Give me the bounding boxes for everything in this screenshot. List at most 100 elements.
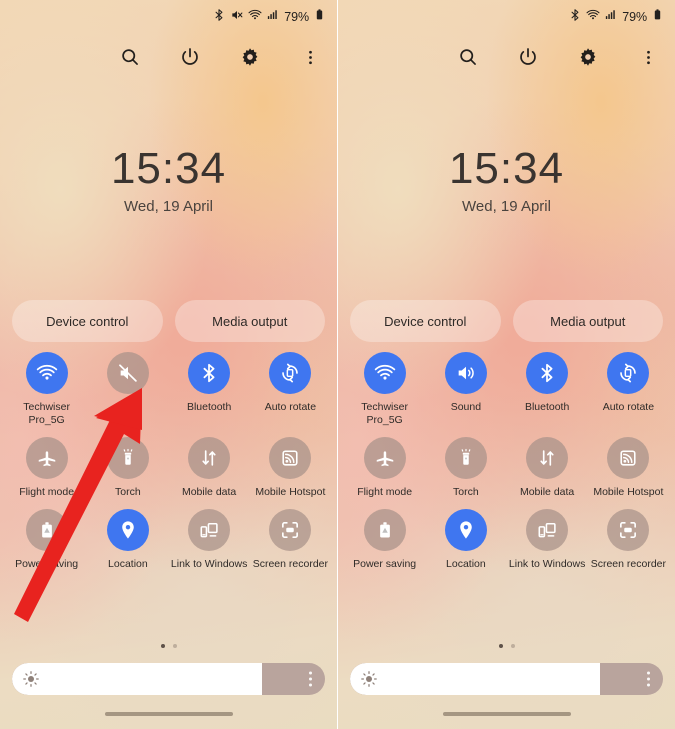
tile-label: Auto rotate	[602, 401, 655, 413]
brightness-more-options-icon[interactable]	[647, 671, 650, 687]
signal-icon	[604, 8, 617, 26]
tile-label: Mobile Hotspot	[255, 486, 326, 498]
search-button[interactable]	[117, 44, 143, 70]
tile-techwiser-pro-5g[interactable]: Techwiser Pro_5G	[344, 352, 425, 427]
battery-icon	[313, 8, 326, 26]
power-button[interactable]	[177, 44, 203, 70]
brightness-sun-icon	[22, 670, 40, 688]
search-button[interactable]	[455, 44, 481, 70]
clock-widget: 15:34 Wed, 19 April	[0, 144, 337, 215]
location-pin-icon	[106, 509, 149, 551]
tile-auto-rotate[interactable]: Auto rotate	[250, 352, 331, 427]
clock-time: 15:34	[110, 144, 227, 193]
bluetooth-icon	[188, 352, 231, 394]
tile-sound[interactable]: Sound	[425, 352, 506, 427]
flashlight-icon	[444, 437, 487, 479]
tile-screen-recorder[interactable]: Screen recorder	[588, 509, 669, 571]
brightness-sun-icon	[360, 670, 378, 688]
tile-bluetooth[interactable]: Bluetooth	[507, 352, 588, 427]
tile-location[interactable]: Location	[87, 509, 168, 571]
tile-label: Sound	[450, 401, 482, 413]
clock-date: Wed, 19 April	[462, 198, 551, 216]
tile-flight-mode[interactable]: Flight mode	[344, 437, 425, 499]
tile-label: Torch	[115, 486, 141, 498]
brightness-slider[interactable]	[12, 663, 325, 695]
power-saving-icon	[25, 509, 68, 551]
volume-mute-icon	[106, 352, 149, 394]
wifi-icon	[586, 8, 600, 27]
bluetooth-icon	[212, 8, 226, 27]
tile-label: Mute	[116, 401, 140, 413]
tile-mobile-data[interactable]: Mobile data	[169, 437, 250, 499]
settings-gear-button[interactable]	[575, 44, 601, 70]
tile-torch[interactable]: Torch	[87, 437, 168, 499]
tile-label: Mobile Hotspot	[593, 486, 664, 498]
tile-label: Flight mode	[19, 486, 75, 498]
device-control-button[interactable]: Device control	[12, 300, 163, 342]
brightness-more-options-icon[interactable]	[309, 671, 312, 687]
tile-label: Bluetooth	[524, 401, 570, 413]
tile-mobile-hotspot[interactable]: Mobile Hotspot	[250, 437, 331, 499]
tile-power-saving[interactable]: Power saving	[6, 509, 87, 571]
control-pills: Device control Media output	[12, 300, 325, 342]
page-dot	[160, 644, 165, 648]
tile-flight-mode[interactable]: Flight mode	[6, 437, 87, 499]
tile-label: Screen recorder	[252, 558, 329, 570]
hotspot-icon	[607, 437, 650, 479]
bluetooth-icon	[526, 352, 569, 394]
tile-power-saving[interactable]: Power saving	[344, 509, 425, 571]
more-options-button[interactable]	[635, 44, 661, 70]
header-icon-row	[455, 44, 661, 70]
mobile-data-icon	[526, 437, 569, 479]
bluetooth-icon	[568, 8, 582, 27]
control-pills: Device control Media output	[350, 300, 663, 342]
location-pin-icon	[444, 509, 487, 551]
tile-screen-recorder[interactable]: Screen recorder	[250, 509, 331, 571]
battery-icon	[651, 8, 664, 26]
media-output-button[interactable]: Media output	[174, 300, 325, 342]
volume-on-icon	[444, 352, 487, 394]
auto-rotate-icon	[607, 352, 650, 394]
tile-row: Techwiser Pro_5G Mute Bluetooth Auto rota…	[6, 352, 331, 427]
tile-label: Power saving	[15, 558, 79, 570]
status-bar: 79%	[338, 0, 675, 34]
tile-label: Link to Windows	[170, 558, 248, 570]
device-control-button[interactable]: Device control	[350, 300, 501, 342]
tile-row: Flight mode Torch Mobile data Mobile Hot…	[6, 437, 331, 499]
tile-label: Link to Windows	[508, 558, 586, 570]
mobile-data-icon	[188, 437, 231, 479]
media-output-button[interactable]: Media output	[512, 300, 663, 342]
tile-link-to-windows[interactable]: Link to Windows	[507, 509, 588, 571]
tile-label: Power saving	[353, 558, 417, 570]
tile-row: Techwiser Pro_5G Sound Bluetooth Auto rot…	[344, 352, 669, 427]
tile-techwiser-pro-5g[interactable]: Techwiser Pro_5G	[6, 352, 87, 427]
clock-time: 15:34	[448, 144, 565, 193]
battery-percent-label: 79%	[622, 10, 647, 24]
more-options-button[interactable]	[297, 44, 323, 70]
tile-mobile-data[interactable]: Mobile data	[507, 437, 588, 499]
power-button[interactable]	[515, 44, 541, 70]
page-indicator-dots	[338, 644, 675, 648]
page-dot	[172, 644, 177, 648]
comparison-screenshot: 79% 15:34 Wed, 19 April Device control Medi…	[0, 0, 675, 729]
tile-mobile-hotspot[interactable]: Mobile Hotspot	[588, 437, 669, 499]
tile-torch[interactable]: Torch	[425, 437, 506, 499]
page-dot	[510, 644, 515, 648]
tile-link-to-windows[interactable]: Link to Windows	[169, 509, 250, 571]
home-gesture-bar[interactable]	[442, 712, 571, 716]
home-gesture-bar[interactable]	[104, 712, 233, 716]
page-indicator-dots	[0, 644, 337, 648]
brightness-slider[interactable]	[350, 663, 663, 695]
tile-label: Torch	[453, 486, 479, 498]
tile-auto-rotate[interactable]: Auto rotate	[588, 352, 669, 427]
hotspot-icon	[269, 437, 312, 479]
link-to-windows-icon	[188, 509, 231, 551]
brightness-slider-fill	[350, 663, 601, 695]
tile-row: Power saving Location Link to Windows Sc…	[344, 509, 669, 571]
tile-label: Location	[446, 558, 486, 570]
tile-bluetooth[interactable]: Bluetooth	[169, 352, 250, 427]
tile-mute[interactable]: Mute	[87, 352, 168, 427]
quick-settings-panel-left: 79% 15:34 Wed, 19 April Device control Medi…	[0, 0, 337, 729]
settings-gear-button[interactable]	[237, 44, 263, 70]
tile-location[interactable]: Location	[425, 509, 506, 571]
